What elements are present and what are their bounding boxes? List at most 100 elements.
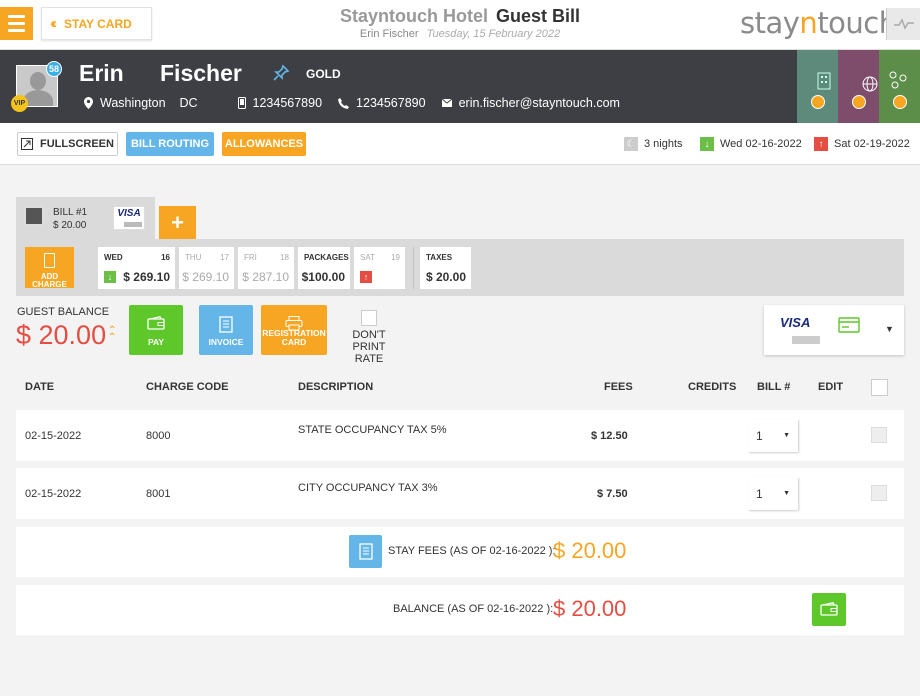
bill-routing-button[interactable]: BILL ROUTING: [126, 132, 214, 156]
stay-fees-summary: STAY FEES (AS OF 02-16-2022 ): $ 20.00: [16, 527, 904, 577]
dropdown-arrow-icon: ▼: [783, 432, 790, 439]
arrival-info: ↓ Wed 02-16-2022: [700, 137, 802, 151]
day-thu[interactable]: THU 17 $ 269.10: [179, 247, 234, 289]
arrival-arrow-icon: ↓: [700, 137, 714, 151]
mobile-phone-icon: [237, 97, 246, 109]
zoom-icon: [893, 95, 907, 109]
guest-last-name: Fischer: [160, 60, 242, 86]
payment-method-dropdown[interactable]: VISA ▼: [764, 305, 904, 355]
stay-card-label: STAY CARD: [64, 16, 132, 31]
guest-email: erin.fischer@stayntouch.com: [458, 96, 620, 110]
activity-button[interactable]: [886, 8, 920, 40]
bill-number-select[interactable]: 1 ▼: [748, 419, 798, 452]
header-edit: EDIT: [818, 381, 844, 393]
globe-icon: [862, 76, 878, 92]
header-description: DESCRIPTION: [298, 381, 374, 393]
bill-number-select[interactable]: 1 ▼: [748, 477, 798, 510]
balance-label: BALANCE (AS OF 02-16-2022 ):: [393, 603, 554, 615]
brand-logo: stayntouch: [740, 6, 897, 40]
day-fri[interactable]: FRI 18 $ 287.10: [238, 247, 294, 289]
row-description: CITY OCCUPANCY TAX 3%: [298, 482, 438, 494]
add-charge-button[interactable]: ADD CHARGE: [25, 247, 74, 289]
day-sat[interactable]: SAT 19 ↑: [354, 247, 405, 289]
row-description: STATE OCCUPANCY TAX 5%: [298, 424, 447, 436]
notification-badge: 58: [46, 61, 62, 77]
invoice-button[interactable]: INVOICE: [199, 305, 253, 355]
guest-balance-label: GUEST BALANCE: [17, 306, 110, 318]
tile-building[interactable]: [797, 50, 838, 123]
masked-card-number: [792, 336, 820, 344]
days-strip: ADD CHARGE WED 16 ↓ $ 269.10 THU 17 $ 269…: [16, 239, 904, 296]
top-bar: ‹‹ STAY CARD Stayntouch Hotel Guest Bill …: [0, 0, 920, 50]
day-wed[interactable]: WED 16 ↓ $ 269.10: [98, 247, 175, 289]
tile-network[interactable]: [879, 50, 920, 123]
registration-card-button[interactable]: REGISTRATION CARD: [261, 305, 327, 355]
row-charge-code: 8000: [146, 430, 171, 442]
menu-button[interactable]: [0, 7, 33, 40]
location-pin-icon: [84, 97, 93, 109]
stay-fees-invoice-button[interactable]: [349, 535, 382, 568]
dropdown-arrow-icon: ▼: [783, 490, 790, 497]
guest-city: Washington: [100, 96, 166, 110]
guest-header: 58 VIP Erin Fischer GOLD Washington DC 1…: [0, 50, 920, 123]
invoice-icon: [219, 316, 233, 333]
pin-icon[interactable]: [272, 64, 290, 87]
dont-print-rate-checkbox[interactable]: [361, 310, 377, 326]
email-icon: [441, 99, 452, 107]
departure-arrow-icon: ↑: [814, 137, 828, 151]
bill-thumbnail-icon: [24, 206, 44, 226]
stay-fees-label: STAY FEES (AS OF 02-16-2022 ):: [388, 545, 556, 557]
page-title-block: Stayntouch Hotel Guest Bill Erin Fischer T…: [300, 6, 620, 40]
dropdown-arrow-icon: ▼: [885, 324, 894, 334]
tile-globe[interactable]: [838, 50, 879, 123]
guest-phone: 1234567890: [356, 96, 426, 110]
invoice-icon: [359, 543, 373, 560]
phone-icon: [338, 97, 350, 109]
guest-contact-row: Washington DC 1234567890 1234567890 erin…: [84, 96, 636, 110]
credit-card-icon: [838, 317, 860, 333]
row-checkbox[interactable]: [871, 427, 887, 443]
allowances-button[interactable]: ALLOWANCES: [222, 132, 306, 156]
expand-icon: [21, 138, 34, 150]
moon-icon: ☾: [624, 137, 638, 151]
header-bill: BILL #: [757, 381, 791, 393]
balance-summary: BALANCE (AS OF 02-16-2022 ): $ 20.00: [16, 585, 904, 635]
zoom-icon: [852, 95, 866, 109]
row-fees: $ 12.50: [591, 430, 628, 442]
arrival-arrow-icon: ↓: [104, 271, 116, 283]
network-icon: [889, 71, 907, 89]
activity-wave-icon: [893, 18, 914, 30]
bill-tab-1[interactable]: BILL #1 $ 20.00 VISA: [16, 197, 155, 239]
select-all-checkbox[interactable]: [871, 379, 888, 396]
chevron-up-icon[interactable]: ⌃ ⌃: [108, 326, 116, 343]
bill-card-icon: VISA: [113, 206, 145, 230]
guest-mobile: 1234567890: [252, 96, 323, 110]
pay-button[interactable]: PAY: [129, 305, 183, 355]
guest-balance-amount: $ 20.00: [16, 320, 107, 350]
day-taxes[interactable]: TAXES $ 20.00: [420, 247, 471, 289]
fullscreen-button[interactable]: FULLSCREEN: [17, 132, 118, 156]
header-credits: CREDITS: [688, 381, 737, 393]
add-bill-button[interactable]: +: [159, 206, 196, 239]
hotel-name: Stayntouch Hotel: [339, 6, 488, 26]
header-tiles: [797, 50, 920, 123]
vip-badge: VIP: [11, 95, 28, 112]
dont-print-rate-label: DON'T PRINT RATE: [352, 329, 386, 365]
departure-arrow-icon: ↑: [360, 271, 372, 283]
hamburger-icon: [8, 15, 25, 18]
bill-amount: $ 20.00: [53, 220, 87, 231]
header-charge-code: CHARGE CODE: [146, 381, 229, 393]
guest-first-name: Erin: [79, 60, 124, 86]
row-checkbox[interactable]: [871, 485, 887, 501]
header-fees: FEES: [604, 381, 633, 393]
wallet-icon: [147, 316, 165, 330]
stay-card-back-button[interactable]: ‹‹ STAY CARD: [41, 7, 152, 40]
header-date: DATE: [25, 381, 55, 393]
action-bar: FULLSCREEN BILL ROUTING ALLOWANCES ☾ 3 n…: [0, 123, 920, 165]
departure-info: ↑ Sat 02-19-2022: [814, 137, 910, 151]
membership-level: GOLD: [306, 67, 341, 81]
balance-pay-button[interactable]: [812, 593, 846, 626]
double-chevron-left-icon: ‹‹: [50, 15, 57, 32]
business-date: Tuesday, 15 February 2022: [426, 28, 561, 40]
day-packages[interactable]: PACKAGES $100.00: [298, 247, 350, 289]
